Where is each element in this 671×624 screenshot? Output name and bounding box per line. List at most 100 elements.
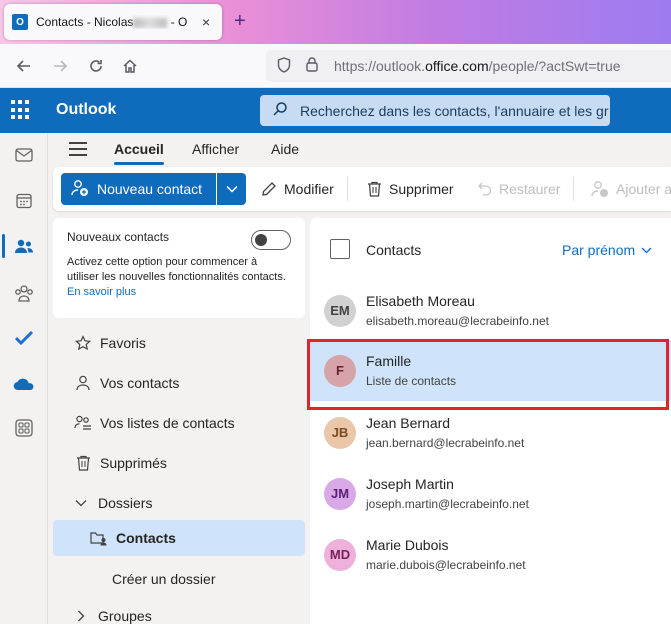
close-tab-icon[interactable]: × xyxy=(202,14,210,30)
browser-tab-bar: O Contacts - Nicolas - O × + xyxy=(0,0,671,44)
contact-name: Famille xyxy=(366,353,412,369)
contact-list-pane: Contacts Par prénom EM Elisabeth Moreau … xyxy=(307,218,671,624)
contact-row[interactable]: JM Joseph Martin joseph.martin@lecrabein… xyxy=(310,463,671,524)
chevron-down-icon xyxy=(641,247,652,253)
select-all-checkbox[interactable] xyxy=(330,239,350,259)
more-apps-icon[interactable] xyxy=(0,408,48,448)
edit-label: Modifier xyxy=(284,181,334,197)
search-icon xyxy=(272,101,288,120)
restore-button[interactable]: Restaurer xyxy=(478,173,560,205)
sort-dropdown[interactable]: Par prénom xyxy=(562,242,652,258)
new-contacts-toggle[interactable] xyxy=(251,230,291,250)
contact-name: Jean Bernard xyxy=(366,415,451,431)
url-bar[interactable]: https://outlook.office.com/people/?actSw… xyxy=(266,50,671,82)
contact-name: Joseph Martin xyxy=(366,476,454,492)
avatar: MD xyxy=(324,538,356,571)
shield-icon[interactable] xyxy=(274,56,294,76)
toolbar: Nouveau contact Modifier Supprimer Resta… xyxy=(53,167,671,211)
app-launcher-icon[interactable] xyxy=(11,100,31,120)
delete-label: Supprimer xyxy=(389,181,454,197)
create-folder-label: Créer un dossier xyxy=(112,571,216,587)
delete-button[interactable]: Supprimer xyxy=(367,173,454,205)
add-person-icon xyxy=(71,179,89,200)
outlook-favicon-icon: O xyxy=(12,14,28,30)
sort-label: Par prénom xyxy=(562,242,636,258)
onedrive-icon[interactable] xyxy=(0,364,48,404)
nav-folders-label: Dossiers xyxy=(98,495,153,511)
menu-icon[interactable] xyxy=(69,142,87,156)
mail-icon[interactable] xyxy=(0,135,48,175)
avatar: JM xyxy=(324,477,356,510)
nav-favorites-label: Favoris xyxy=(100,335,146,351)
folder-pane: Nouveaux contacts Activez cette option p… xyxy=(53,218,305,624)
learn-more-link[interactable]: En savoir plus xyxy=(67,286,136,298)
edit-button[interactable]: Modifier xyxy=(261,173,334,205)
nav-contacts-folder[interactable]: Contacts xyxy=(53,520,305,556)
restore-label: Restaurer xyxy=(499,181,561,197)
contact-row[interactable]: F Famille Liste de contacts xyxy=(307,339,671,410)
add-to-list-button[interactable]: Ajouter au xyxy=(591,173,671,205)
chevron-right-icon xyxy=(71,610,91,622)
new-contacts-card: Nouveaux contacts Activez cette option p… xyxy=(53,218,305,318)
lock-icon[interactable] xyxy=(302,57,322,75)
calendar-icon[interactable] xyxy=(0,181,48,221)
nav-your-contacts[interactable]: Vos contacts xyxy=(53,365,305,401)
app-name[interactable]: Outlook xyxy=(56,101,116,119)
groups-icon[interactable] xyxy=(0,273,48,313)
nav-deleted[interactable]: Supprimés xyxy=(53,445,305,481)
search-input[interactable]: Recherchez dans les contacts, l'annuaire… xyxy=(300,103,609,119)
nav-favorites[interactable]: Favoris xyxy=(53,325,305,361)
undo-icon xyxy=(478,182,492,196)
nav-folders[interactable]: Dossiers xyxy=(53,485,305,521)
trash-icon xyxy=(367,181,382,197)
person-icon xyxy=(73,375,93,391)
add-person-icon xyxy=(591,180,609,198)
nav-groups-label: Groupes xyxy=(98,608,152,624)
tab-accueil[interactable]: Accueil xyxy=(114,141,164,165)
url-text: https://outlook.office.com/people/?actSw… xyxy=(334,58,621,74)
forward-icon[interactable] xyxy=(48,54,72,78)
nav-deleted-label: Supprimés xyxy=(100,455,167,471)
folder-person-icon xyxy=(89,530,109,546)
list-header: Contacts Par prénom xyxy=(310,218,671,280)
outlook-header: Outlook Recherchez dans les contacts, l'… xyxy=(0,88,671,133)
nav-contacts-folder-label: Contacts xyxy=(116,530,176,546)
contact-row[interactable]: JB Jean Bernard jean.bernard@lecrabeinfo… xyxy=(310,402,671,463)
pencil-icon xyxy=(261,181,277,197)
people-list-icon xyxy=(73,415,93,431)
home-icon[interactable] xyxy=(118,54,142,78)
tab-aide[interactable]: Aide xyxy=(271,141,299,157)
contact-row[interactable]: MD Marie Dubois marie.dubois@lecrabeinfo… xyxy=(310,524,671,585)
star-icon xyxy=(73,335,93,351)
contact-email: joseph.martin@lecrabeinfo.net xyxy=(366,497,529,511)
new-contact-button[interactable]: Nouveau contact xyxy=(61,173,216,205)
nav-contact-lists[interactable]: Vos listes de contacts xyxy=(53,405,305,441)
todo-icon[interactable] xyxy=(0,318,48,358)
people-icon[interactable] xyxy=(0,226,48,266)
contact-name: Marie Dubois xyxy=(366,537,449,553)
nav-groups[interactable]: Groupes xyxy=(53,598,305,624)
contact-email: Liste de contacts xyxy=(366,374,457,388)
reload-icon[interactable] xyxy=(84,54,108,78)
contact-row[interactable]: EM Elisabeth Moreau elisabeth.moreau@lec… xyxy=(310,280,671,341)
contact-email: elisabeth.moreau@lecrabeinfo.net xyxy=(366,314,549,328)
list-title: Contacts xyxy=(366,242,422,258)
toolbar-divider xyxy=(573,177,574,201)
back-icon[interactable] xyxy=(12,54,36,78)
new-tab-icon[interactable]: + xyxy=(234,10,246,33)
new-contacts-description: Activez cette option pour commencer à ut… xyxy=(67,256,286,298)
trash-icon xyxy=(73,455,93,471)
avatar: JB xyxy=(324,416,356,449)
nav-contact-lists-label: Vos listes de contacts xyxy=(100,415,235,431)
new-contact-label: Nouveau contact xyxy=(97,181,203,197)
contact-email: jean.bernard@lecrabeinfo.net xyxy=(366,436,525,450)
search-box[interactable]: Recherchez dans les contacts, l'annuaire… xyxy=(260,95,610,126)
browser-nav-bar: https://outlook.office.com/people/?actSw… xyxy=(0,44,671,88)
create-folder-link[interactable]: Créer un dossier xyxy=(53,561,305,597)
avatar: EM xyxy=(324,294,356,327)
browser-tab[interactable]: O Contacts - Nicolas - O × xyxy=(4,4,222,40)
new-contact-dropdown-button[interactable] xyxy=(217,173,246,205)
tab-afficher[interactable]: Afficher xyxy=(192,141,239,157)
tab-title: Contacts - Nicolas - O xyxy=(36,15,188,29)
contact-email: marie.dubois@lecrabeinfo.net xyxy=(366,558,526,572)
